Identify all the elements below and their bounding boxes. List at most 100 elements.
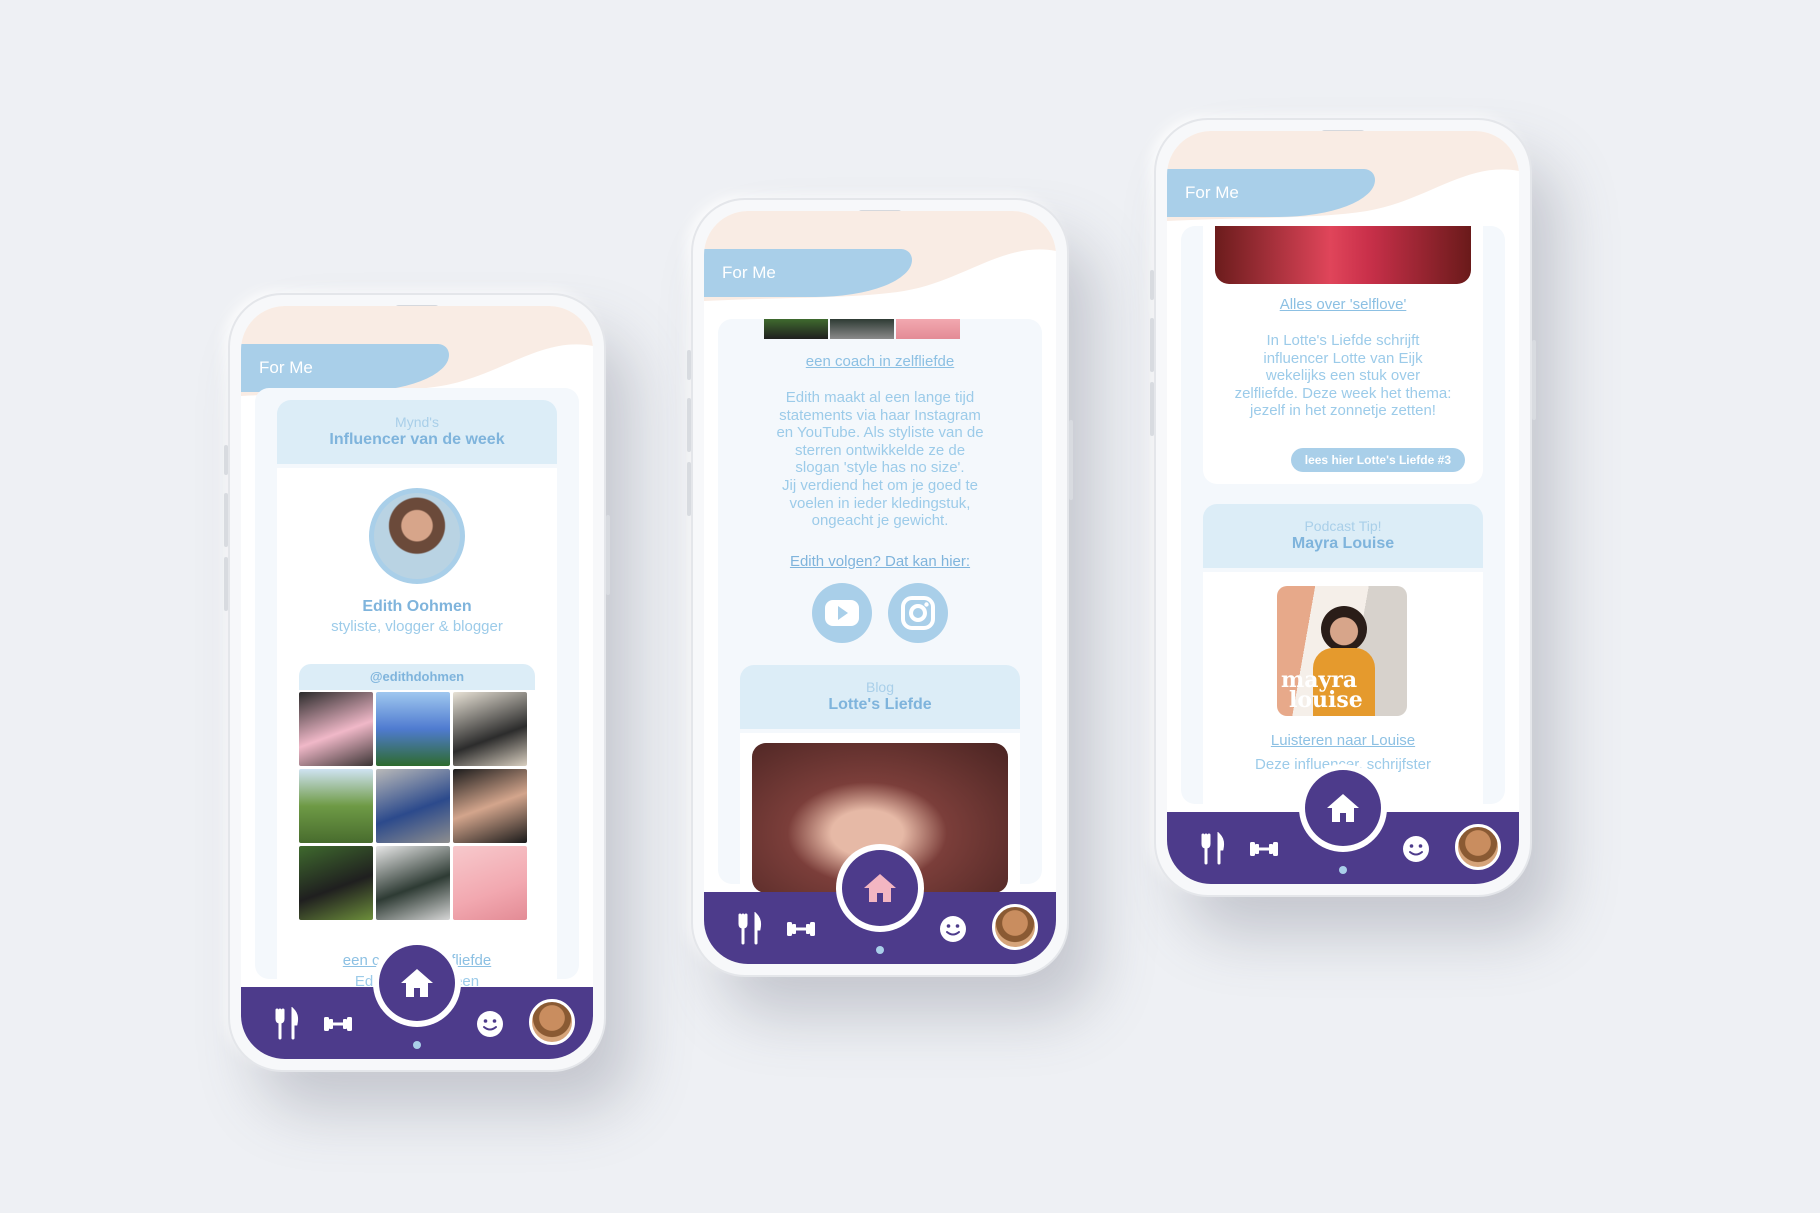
bio-line: slogan 'style has no size'. (795, 459, 965, 477)
content-area: een coach in zelfliefde Edith maakt al e… (718, 319, 1042, 933)
volume-button (224, 493, 228, 547)
instagram-grid (299, 692, 527, 920)
screen: For Me Mynd's Influencer van de week Edi… (241, 306, 593, 1059)
home-icon (1327, 794, 1359, 822)
influencer-name: Edith Oohmen (362, 598, 472, 615)
bio-line: sterren ontwikkelde ze de (794, 441, 966, 459)
influencer-role: styliste, vlogger & blogger (331, 618, 503, 635)
avatar[interactable] (529, 999, 575, 1045)
blog-card-body: Alles over 'selflove' In Lotte's Liefde … (1203, 226, 1483, 484)
bio-line: voelen in ieder kledingstuk, (789, 494, 971, 512)
social-links (718, 583, 1042, 648)
instagram-icon[interactable] (888, 583, 949, 643)
bio-line: Jij verdiend het om je goed te (782, 476, 978, 494)
home-button-inner (1305, 770, 1381, 846)
blog-line: influencer Lotte van Eijk (1263, 349, 1423, 367)
instagram-handle[interactable]: @edithdohmen (299, 664, 535, 690)
home-icon (401, 969, 433, 997)
instagram-post[interactable] (376, 769, 450, 843)
volume-button (224, 445, 228, 475)
volume-button (1150, 270, 1154, 300)
blog-text: In Lotte's Liefde schrijft influencer Lo… (1213, 332, 1473, 420)
smiley-icon[interactable] (1399, 832, 1433, 866)
instagram-post[interactable] (376, 692, 450, 766)
phone-left: For Me Mynd's Influencer van de week Edi… (224, 295, 610, 1070)
power-button (606, 515, 610, 595)
card-title: Mayra Louise (1291, 535, 1395, 552)
active-indicator (413, 1041, 421, 1049)
cover-line-2: louise (1289, 687, 1363, 713)
instagram-post[interactable] (453, 692, 527, 766)
card-header: Mynd's Influencer van de week (277, 400, 557, 464)
active-indicator (876, 946, 884, 954)
volume-button (224, 557, 228, 611)
instagram-post[interactable] (299, 692, 373, 766)
instagram-post[interactable] (453, 846, 527, 920)
blog-line: wekelijks een stuk over (1265, 367, 1421, 385)
home-button-inner (379, 945, 455, 1021)
card-title: Lotte's Liefde (828, 696, 932, 713)
card-subtitle: Mynd's (395, 414, 439, 430)
home-button[interactable] (836, 844, 924, 932)
profile-photo-wrap (277, 488, 557, 584)
smiley-icon[interactable] (473, 1007, 507, 1041)
dumbbell-icon[interactable] (1247, 832, 1281, 866)
card-header: Blog Lotte's Liefde (740, 665, 1020, 729)
power-button (1532, 340, 1536, 420)
content-area: Mynd's Influencer van de week Edith Oohm… (255, 388, 579, 1059)
instagram-post[interactable] (376, 846, 450, 920)
bio-line: statements via haar Instagram (779, 406, 981, 424)
profile-photo[interactable] (369, 488, 465, 584)
home-icon (864, 874, 896, 902)
bio-line: Edith maakt al een lange tijd (785, 389, 975, 406)
instagram-post[interactable] (830, 319, 894, 339)
card-header: Podcast Tip! Mayra Louise (1203, 504, 1483, 568)
volume-button (687, 350, 691, 380)
content-area: Alles over 'selflove' In Lotte's Liefde … (1181, 226, 1505, 822)
dumbbell-icon[interactable] (784, 912, 818, 946)
coach-link[interactable]: een coach in zelfliefde (718, 353, 1042, 370)
follow-link[interactable]: Edith volgen? Dat kan hier: (718, 553, 1042, 570)
avatar[interactable] (992, 904, 1038, 950)
power-button (1069, 420, 1073, 500)
volume-button (687, 398, 691, 452)
bio-text: Edith maakt al een lange tijd statements… (738, 389, 1022, 530)
avatar[interactable] (1455, 824, 1501, 870)
active-indicator (1339, 866, 1347, 874)
phone-middle: For Me een coach in zelfliefde Edith maa… (687, 200, 1073, 975)
home-button[interactable] (373, 939, 461, 1027)
card-title: Influencer van de week (329, 431, 505, 448)
podcast-cover[interactable]: mayra louise (1277, 586, 1407, 716)
smiley-icon[interactable] (936, 912, 970, 946)
podcast-cover-face (1321, 606, 1367, 652)
blog-line: In Lotte's Liefde schrijft (1266, 332, 1420, 349)
listen-link[interactable]: Luisteren naar Louise (1203, 732, 1483, 749)
bio-line: ongeacht je gewicht. (811, 512, 949, 530)
volume-button (687, 462, 691, 516)
instagram-post[interactable] (453, 769, 527, 843)
blog-photo[interactable] (1215, 226, 1471, 284)
home-button[interactable] (1299, 764, 1387, 852)
card-subtitle: Podcast Tip! (1304, 518, 1382, 534)
volume-button (1150, 382, 1154, 436)
blog-line: zelfliefde. Deze week het thema: (1234, 384, 1452, 402)
instagram-post[interactable] (764, 319, 828, 339)
screen: For Me een coach in zelfliefde Edith maa… (704, 211, 1056, 964)
instagram-post[interactable] (299, 846, 373, 920)
blog-line: jezelf in het zonnetje zetten! (1250, 402, 1436, 420)
bio-line: en YouTube. Als styliste van de (776, 424, 984, 442)
instagram-post[interactable] (299, 769, 373, 843)
fork-knife-icon[interactable] (734, 912, 768, 946)
home-button-inner (842, 850, 918, 926)
selflove-link[interactable]: Alles over 'selflove' (1203, 296, 1483, 313)
youtube-icon[interactable] (811, 583, 872, 643)
volume-button (1150, 318, 1154, 372)
instagram-post[interactable] (896, 319, 960, 339)
instagram-grid-peek (764, 319, 960, 339)
read-more-button[interactable]: lees hier Lotte's Liefde #3 (1290, 448, 1465, 472)
phone-right: For Me Alles over 'selflove' In Lotte's … (1150, 120, 1536, 895)
fork-knife-icon[interactable] (1197, 832, 1231, 866)
fork-knife-icon[interactable] (271, 1007, 305, 1041)
podcast-cover-title: mayra louise (1281, 669, 1363, 713)
dumbbell-icon[interactable] (321, 1007, 355, 1041)
